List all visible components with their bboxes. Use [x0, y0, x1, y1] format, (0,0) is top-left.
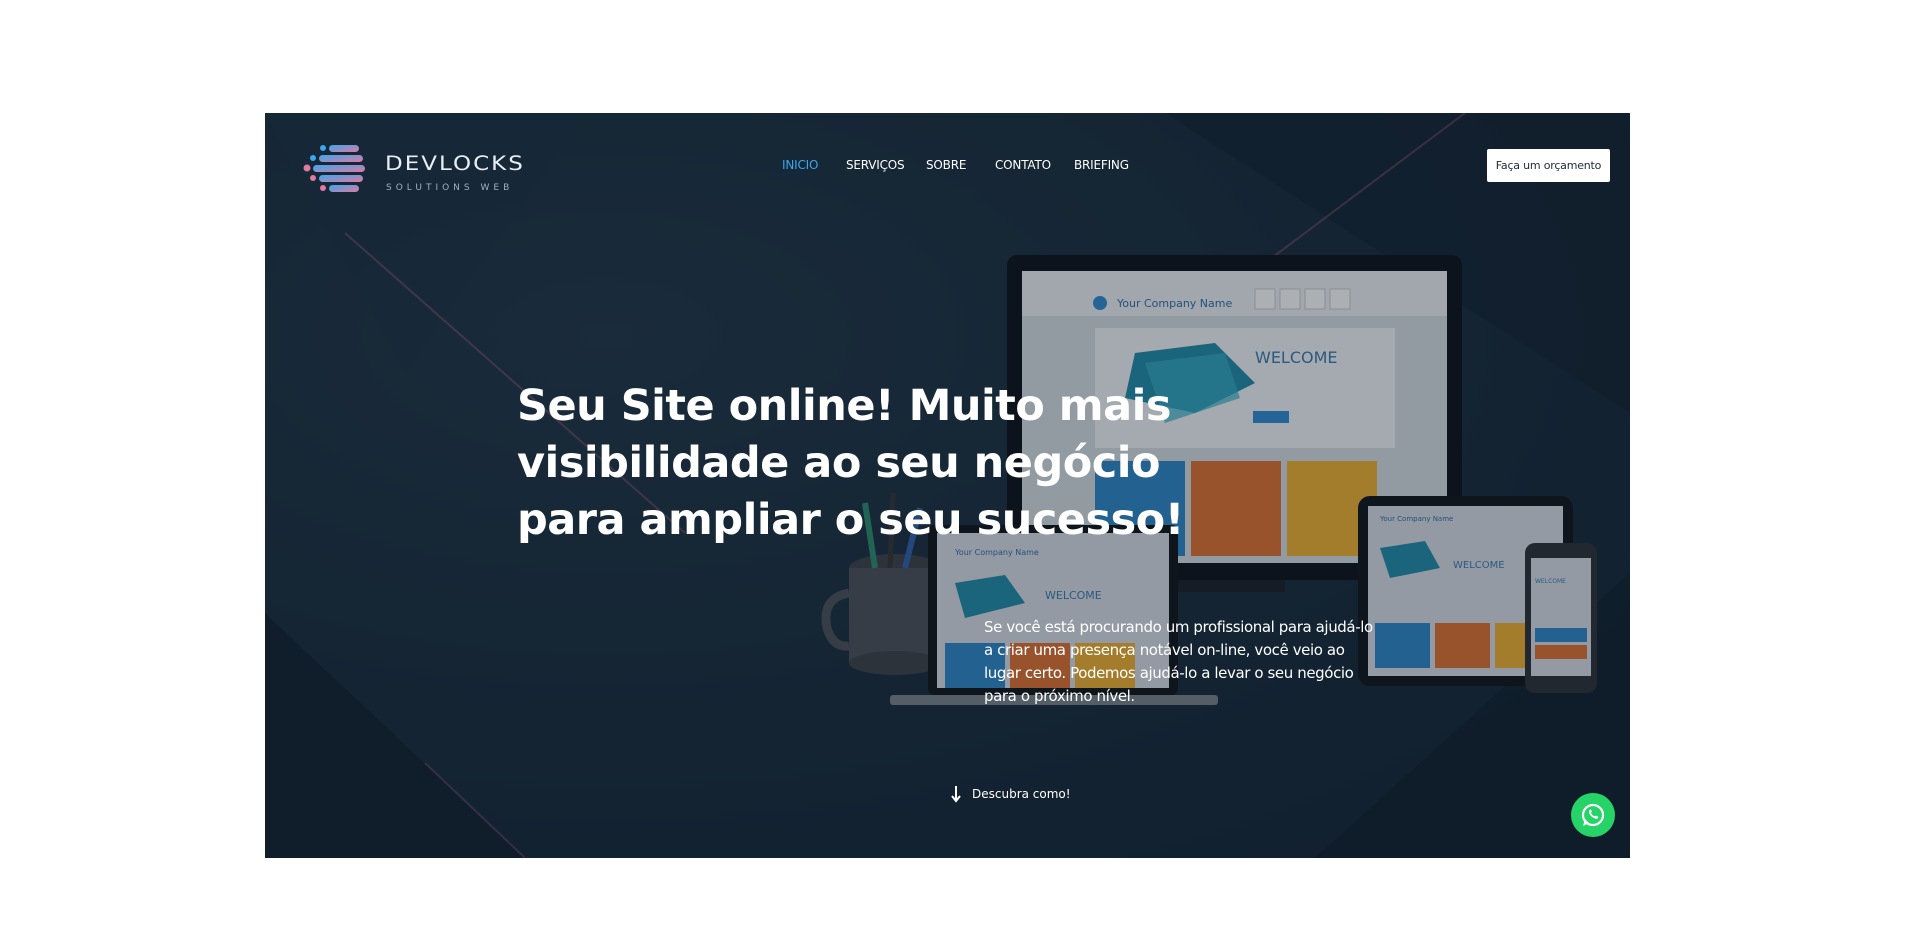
- arrow-down-icon: [951, 786, 961, 803]
- nav-item-sobre[interactable]: SOBRE: [926, 158, 966, 172]
- discover-label: Descubra como!: [972, 787, 1071, 801]
- nav-item-contato[interactable]: CONTATO: [995, 158, 1051, 172]
- nav-item-briefing[interactable]: BRIEFING: [1074, 158, 1129, 172]
- hero-lead: Se você está procurando um profissional …: [984, 618, 1373, 705]
- hero-section: Your Company Name WELCOME Your Company N…: [265, 113, 1630, 858]
- whatsapp-button[interactable]: [1571, 793, 1615, 837]
- main-nav: INICIO SERVIÇOS SOBRE CONTATO BRIEFING: [265, 113, 1630, 223]
- quote-button[interactable]: Faça um orçamento: [1487, 149, 1610, 182]
- whatsapp-icon: [1581, 803, 1605, 827]
- nav-item-servicos[interactable]: SERVIÇOS: [846, 158, 905, 172]
- discover-link[interactable]: Descubra como!: [950, 785, 1071, 803]
- nav-item-inicio[interactable]: INICIO: [782, 158, 818, 172]
- hero-headline: Seu Site online! Muito mais visibilidade…: [517, 381, 1184, 545]
